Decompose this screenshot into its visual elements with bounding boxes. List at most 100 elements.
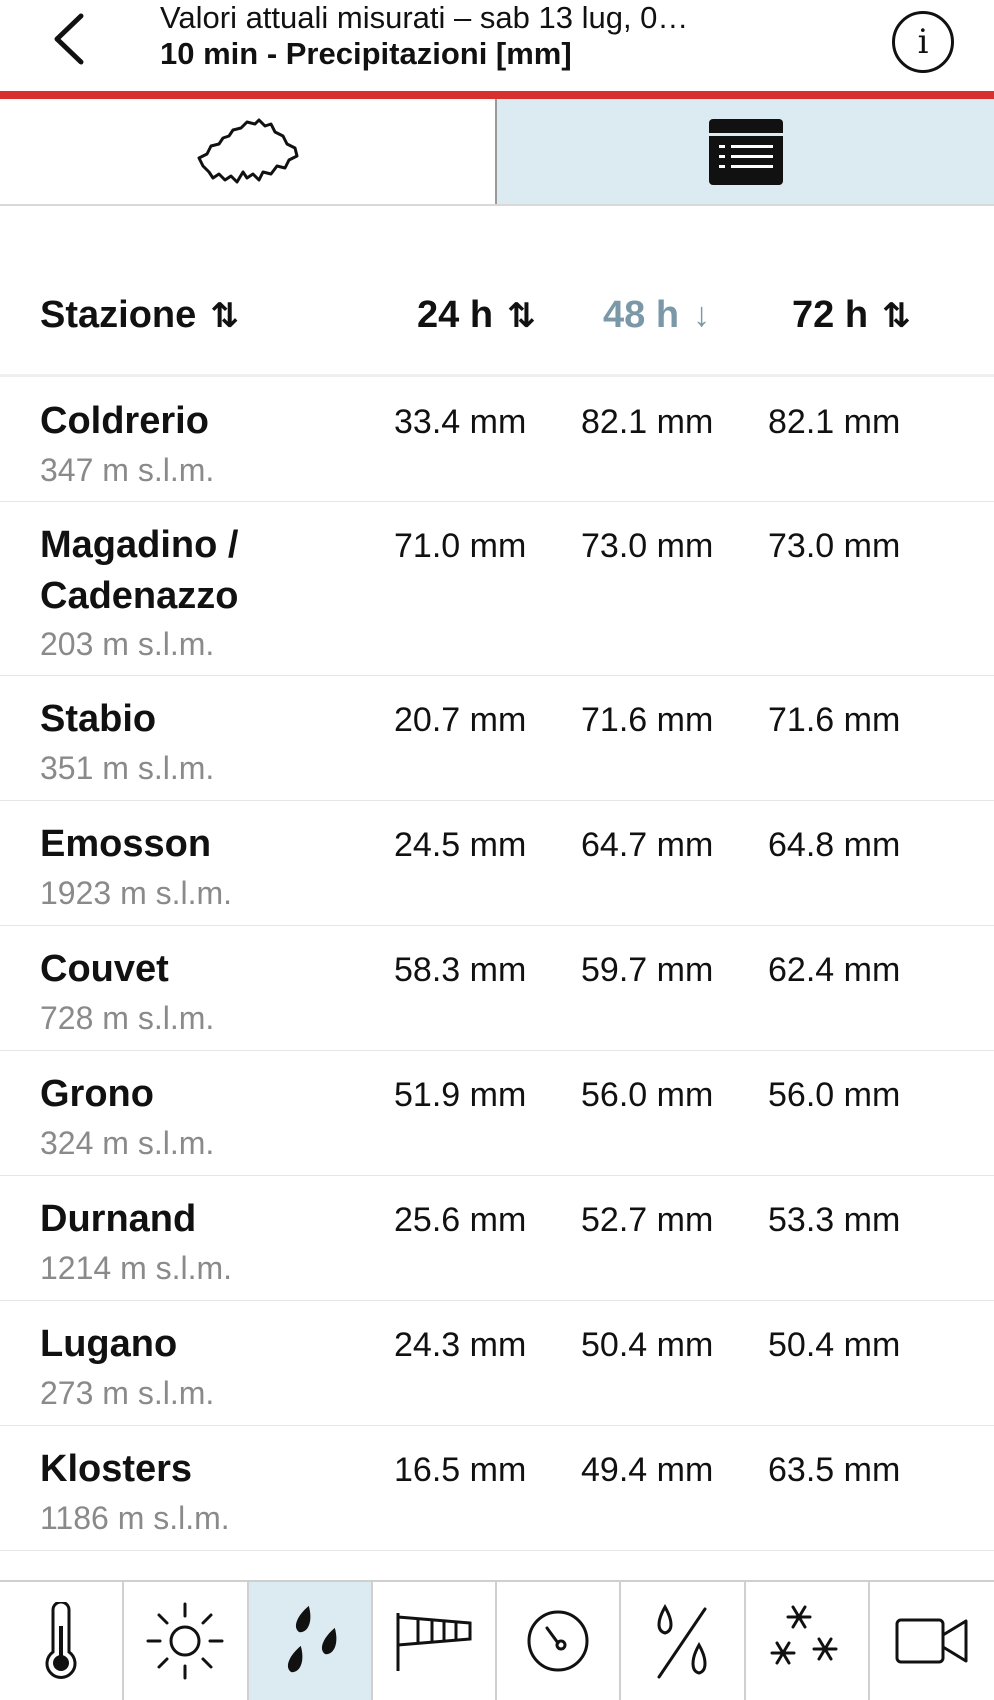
sort-both-icon: ⇅	[507, 296, 536, 335]
value-72h: 82.1 mm	[768, 403, 901, 441]
table-row[interactable]: Stabio 351 m s.l.m. 20.7 mm 71.6 mm 71.6…	[0, 676, 994, 801]
table-row[interactable]: Coldrerio 347 m s.l.m. 33.4 mm 82.1 mm 8…	[0, 378, 994, 502]
back-button[interactable]	[38, 4, 98, 74]
info-icon: i	[917, 22, 929, 62]
tab-snow[interactable]	[746, 1582, 870, 1700]
parameter-tab-bar	[0, 1580, 994, 1700]
tab-webcam[interactable]	[870, 1582, 994, 1700]
info-button[interactable]: i	[892, 11, 954, 73]
value-48h: 71.6 mm	[581, 701, 714, 739]
station-name: Lugano	[40, 1323, 178, 1365]
value-24h: 51.9 mm	[394, 1076, 527, 1114]
station-list: Coldrerio 347 m s.l.m. 33.4 mm 82.1 mm 8…	[0, 378, 994, 1580]
tab-sunshine[interactable]	[124, 1582, 249, 1700]
station-name: Magadino / Cadenazzo	[40, 524, 239, 617]
value-48h: 50.4 mm	[581, 1326, 714, 1364]
value-24h: 24.3 mm	[394, 1326, 527, 1364]
value-48h: 73.0 mm	[581, 527, 714, 565]
sort-24h-button[interactable]: 24 h ⇅	[417, 294, 536, 337]
station-name: Emosson	[40, 823, 212, 865]
humidity-icon	[657, 1603, 707, 1679]
snowflakes-icon	[770, 1605, 838, 1665]
value-24h: 24.5 mm	[394, 826, 527, 864]
view-switch	[0, 99, 994, 206]
table-header: Stazione ⇅ 24 h ⇅ 48 h ↓ 72 h ⇅	[0, 284, 994, 360]
table-row[interactable]: Klosters 1186 m s.l.m. 16.5 mm 49.4 mm 6…	[0, 1426, 994, 1551]
value-48h: 56.0 mm	[581, 1076, 714, 1114]
station-altitude: 1186 m s.l.m.	[40, 1500, 230, 1536]
table-row[interactable]: Lugano 273 m s.l.m. 24.3 mm 50.4 mm 50.4…	[0, 1301, 994, 1426]
value-48h: 52.7 mm	[581, 1201, 714, 1239]
table-row[interactable]: Magadino / Cadenazzo 203 m s.l.m. 71.0 m…	[0, 502, 994, 676]
table-row[interactable]: Grono 324 m s.l.m. 51.9 mm 56.0 mm 56.0 …	[0, 1051, 994, 1176]
value-72h: 56.0 mm	[768, 1076, 901, 1114]
tab-pressure[interactable]	[497, 1582, 622, 1700]
value-24h: 20.7 mm	[394, 701, 527, 739]
value-72h: 62.4 mm	[768, 951, 901, 989]
value-72h: 73.0 mm	[768, 527, 901, 565]
value-72h: 64.8 mm	[768, 826, 901, 864]
map-view-tab[interactable]	[0, 99, 497, 204]
sort-station-button[interactable]: Stazione ⇅	[40, 294, 239, 337]
switzerland-map-icon	[197, 118, 298, 183]
chevron-left-icon	[54, 13, 84, 65]
h24-column-label: 24 h	[417, 294, 494, 336]
station-altitude: 1214 m s.l.m.	[40, 1250, 233, 1286]
value-48h: 82.1 mm	[581, 403, 714, 441]
tab-precipitation[interactable]	[248, 1582, 373, 1700]
station-name: Durnand	[40, 1198, 197, 1240]
sort-both-icon: ⇅	[210, 296, 239, 335]
value-48h: 64.7 mm	[581, 826, 714, 864]
table-row[interactable]: Couvet 728 m s.l.m. 58.3 mm 59.7 mm 62.4…	[0, 926, 994, 1051]
h48-column-label: 48 h	[603, 294, 680, 336]
list-view-tab[interactable]	[497, 99, 994, 204]
page-title: Valori attuali misurati – sab 13 lug, 0……	[160, 0, 800, 72]
raindrops-icon	[287, 1605, 337, 1673]
sort-both-icon: ⇅	[882, 296, 911, 335]
table-row[interactable]: Emosson 1923 m s.l.m. 24.5 mm 64.7 mm 64…	[0, 801, 994, 926]
value-24h: 71.0 mm	[394, 527, 527, 565]
station-altitude: 324 m s.l.m.	[40, 1125, 215, 1161]
station-altitude: 273 m s.l.m.	[40, 1375, 215, 1411]
station-column-label: Stazione	[40, 294, 197, 336]
sun-icon	[146, 1602, 224, 1680]
camera-icon	[895, 1618, 968, 1664]
station-altitude: 203 m s.l.m.	[40, 626, 215, 662]
station-altitude: 347 m s.l.m.	[40, 452, 215, 488]
value-72h: 50.4 mm	[768, 1326, 901, 1364]
title-line-1: Valori attuali misurati – sab 13 lug, 0…	[160, 0, 689, 35]
station-name: Klosters	[40, 1448, 193, 1490]
list-icon	[708, 118, 783, 185]
station-name: Grono	[40, 1073, 154, 1115]
h72-column-label: 72 h	[792, 294, 869, 336]
top-bar: Valori attuali misurati – sab 13 lug, 0……	[0, 0, 994, 92]
sort-72h-button[interactable]: 72 h ⇅	[792, 294, 911, 337]
station-name: Couvet	[40, 948, 169, 990]
station-name: Coldrerio	[40, 400, 209, 442]
value-24h: 25.6 mm	[394, 1201, 527, 1239]
thermometer-icon	[45, 1602, 77, 1679]
value-48h: 49.4 mm	[581, 1451, 714, 1489]
station-altitude: 1923 m s.l.m.	[40, 875, 233, 911]
value-24h: 58.3 mm	[394, 951, 527, 989]
value-24h: 16.5 mm	[394, 1451, 527, 1489]
value-72h: 63.5 mm	[768, 1451, 901, 1489]
pressure-gauge-icon	[527, 1610, 589, 1672]
table-row[interactable]: Durnand 1214 m s.l.m. 25.6 mm 52.7 mm 53…	[0, 1176, 994, 1301]
value-48h: 59.7 mm	[581, 951, 714, 989]
station-altitude: 728 m s.l.m.	[40, 1000, 215, 1036]
station-name: Stabio	[40, 698, 157, 740]
value-24h: 33.4 mm	[394, 403, 527, 441]
header-divider	[0, 374, 994, 377]
value-72h: 53.3 mm	[768, 1201, 901, 1239]
title-line-2: 10 min - Precipitazioni [mm]	[160, 36, 572, 71]
tab-wind[interactable]	[373, 1582, 497, 1700]
sort-48h-button[interactable]: 48 h ↓	[603, 294, 710, 337]
accent-bar	[0, 91, 994, 99]
value-72h: 71.6 mm	[768, 701, 901, 739]
sort-down-icon: ↓	[693, 296, 711, 334]
windsock-icon	[396, 1613, 472, 1671]
tab-humidity[interactable]	[621, 1582, 746, 1700]
station-altitude: 351 m s.l.m.	[40, 750, 215, 786]
tab-temperature[interactable]	[0, 1582, 125, 1700]
